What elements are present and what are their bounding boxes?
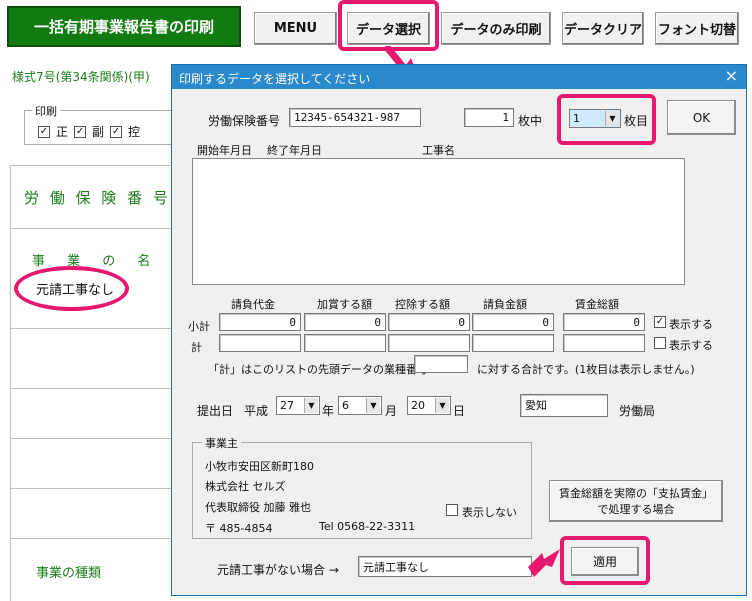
highlight-no-subcontract <box>14 266 129 311</box>
print-original-label: 正 <box>56 125 69 139</box>
print-retain-label: 控 <box>128 125 141 139</box>
app-title-button[interactable]: 一括有期事業報告書の印刷 <box>7 6 241 47</box>
list-header-end: 終了年月日 <box>267 144 322 157</box>
employer-postal: 〒 485-4854 <box>205 522 273 535</box>
chevron-down-icon[interactable]: ▼ <box>366 398 380 413</box>
print-data-only-button[interactable]: データのみ印刷 <box>441 12 551 45</box>
note-suffix: に対する合計です。(1枚目は表示しません。) <box>477 363 695 376</box>
ok-button[interactable]: OK <box>667 100 736 135</box>
construction-list[interactable] <box>192 158 685 285</box>
no-subcontract-field[interactable]: 元請工事なし <box>358 556 532 577</box>
total-contract[interactable] <box>219 334 301 352</box>
form-label: 様式7号(第34条関係)(甲) <box>12 70 150 84</box>
month-unit: 月 <box>385 404 398 418</box>
no-subcontract-label: 元請工事がない場合 → <box>217 563 339 577</box>
col-header-add: 加賞する額 <box>317 298 372 311</box>
era-label: 平成 <box>244 404 269 418</box>
subtotal-add[interactable]: 0 <box>304 313 386 331</box>
employer-representative: 代表取締役 加藤 雅也 <box>205 501 311 514</box>
chevron-down-icon[interactable]: ▼ <box>304 398 318 413</box>
menu-button[interactable]: MENU <box>254 12 337 45</box>
bureau-field[interactable]: 愛知 <box>520 394 608 417</box>
switch-font-button[interactable]: フォント切替 <box>655 12 739 45</box>
subtotal-amount[interactable]: 0 <box>472 313 554 331</box>
submit-date-label: 提出日 <box>197 404 234 418</box>
highlight-sheet-select <box>557 94 656 145</box>
close-icon[interactable]: × <box>725 66 738 85</box>
employer-tel: Tel 0568-22-3311 <box>319 520 416 533</box>
day-unit: 日 <box>453 404 466 418</box>
col-header-deduct: 控除する額 <box>395 298 450 311</box>
sheets-total-field[interactable]: 1 <box>464 108 514 127</box>
subtotal-contract[interactable]: 0 <box>219 313 301 331</box>
col-header-wages: 賃金総額 <box>575 298 619 311</box>
day-select[interactable]: 20 ▼ <box>407 396 451 415</box>
bureau-label: 労働局 <box>619 404 656 418</box>
print-original-checkbox[interactable]: ✓ <box>38 125 50 138</box>
sheet-divider <box>10 388 175 389</box>
sheet-divider <box>10 438 175 439</box>
year-select[interactable]: 27 ▼ <box>276 396 320 415</box>
apply-arrow <box>528 549 560 577</box>
business-type-label: 事業の種類 <box>36 566 102 581</box>
clear-data-button[interactable]: データクリア <box>562 12 644 45</box>
sheet-divider <box>10 228 175 229</box>
sheet-divider <box>10 488 175 489</box>
month-value: 6 <box>342 399 349 412</box>
year-value: 27 <box>280 399 294 412</box>
subtotal-wages[interactable]: 0 <box>563 313 645 331</box>
print-group-label: 印刷 <box>32 103 60 119</box>
day-value: 20 <box>411 399 425 412</box>
print-checkboxes: ✓ 正 ✓ 副 ✓ 控 <box>38 123 140 140</box>
insurance-no-label: 労働保険番号 <box>208 114 281 128</box>
employer-group-label: 事業主 <box>202 435 241 451</box>
total-amount[interactable] <box>472 334 554 352</box>
select-data-dialog: 印刷するデータを選択してください × 労働保険番号 12345-654321-9… <box>171 64 747 596</box>
hide-employer-checkbox[interactable] <box>446 504 458 516</box>
show-subtotal-label: 表示する <box>669 318 713 331</box>
list-header-start: 開始年月日 <box>197 144 252 157</box>
dialog-title: 印刷するデータを選択してください <box>172 65 746 89</box>
print-copy-label: 副 <box>92 125 105 139</box>
total-label: 計 <box>191 341 202 354</box>
sheet-table <box>10 165 175 601</box>
chevron-down-icon[interactable]: ▼ <box>435 398 449 413</box>
show-total-checkbox[interactable] <box>654 337 666 349</box>
show-total-label: 表示する <box>669 339 713 352</box>
subtotal-deduct[interactable]: 0 <box>388 313 470 331</box>
list-header-name: 工事名 <box>422 144 455 157</box>
insurance-no-field[interactable]: 12345-654321-987 <box>289 108 421 127</box>
col-header-amount: 請負金額 <box>483 298 527 311</box>
total-wages[interactable] <box>563 334 645 352</box>
hide-employer-label: 表示しない <box>462 506 517 519</box>
print-copy-checkbox[interactable]: ✓ <box>74 125 87 138</box>
highlight-apply <box>560 536 650 585</box>
sheet-divider <box>10 538 175 539</box>
note-prefix: 「計」はこのリストの先頭データの業種番号 <box>208 363 428 376</box>
col-header-contract: 請負代金 <box>231 298 275 311</box>
wage-total-button[interactable]: 賃金総額を実際の「支払賃金」で処理する場合 <box>549 480 723 522</box>
total-deduct[interactable] <box>388 334 470 352</box>
highlight-select-data <box>338 0 439 51</box>
industry-no-field[interactable] <box>414 355 468 373</box>
employer-company: 株式会社 セルズ <box>205 480 286 493</box>
year-unit: 年 <box>322 404 335 418</box>
labor-insurance-label: 労 働 保 険 番 号 <box>24 189 171 207</box>
employer-address: 小牧市安田区新町180 <box>205 460 314 473</box>
total-add[interactable] <box>304 334 386 352</box>
month-select[interactable]: 6 ▼ <box>338 396 382 415</box>
show-subtotal-checkbox[interactable]: ✓ <box>654 316 666 328</box>
sheets-total-unit: 枚中 <box>518 114 543 128</box>
sheet-divider <box>10 328 175 329</box>
subtotal-label: 小計 <box>188 320 210 333</box>
print-retain-checkbox[interactable]: ✓ <box>110 125 123 138</box>
